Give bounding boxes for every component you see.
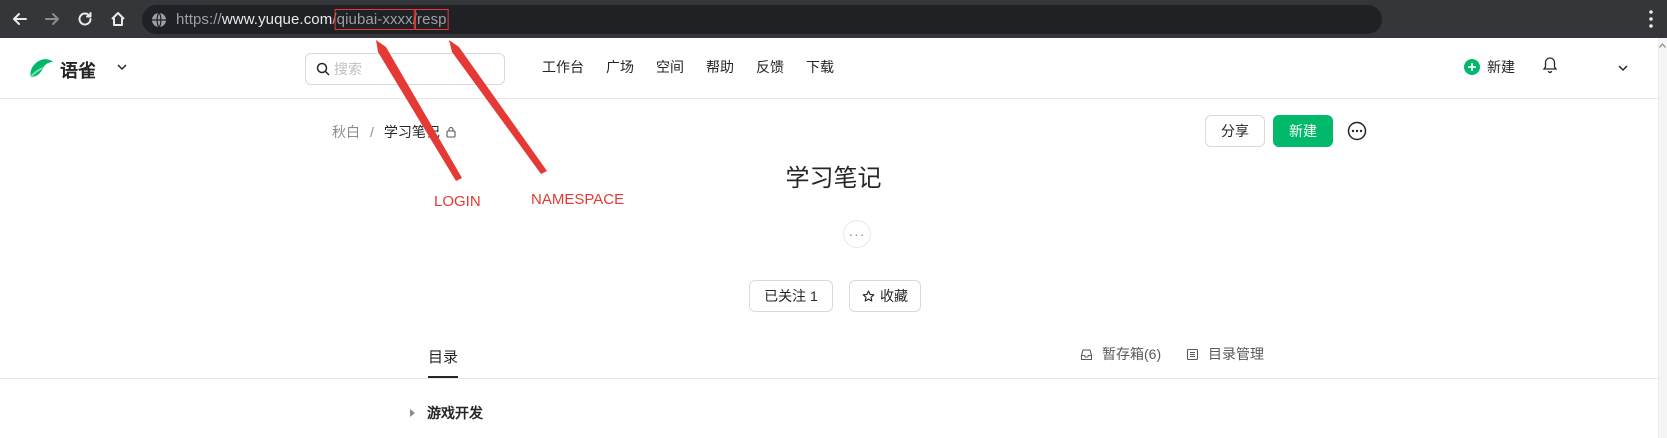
nav-square[interactable]: 广场 [606,57,634,77]
chevron-down-icon[interactable] [116,61,128,73]
breadcrumb-book[interactable]: 学习笔记 [384,122,440,142]
breadcrumb-separator: / [370,124,374,140]
bell-icon[interactable] [1542,56,1558,74]
back-arrow-icon[interactable] [8,7,32,31]
tab-toc[interactable]: 目录 [428,346,458,367]
lock-icon [446,126,456,138]
caret-right-icon[interactable] [410,409,415,417]
main-nav: 工作台 广场 空间 帮助 反馈 下载 [542,57,856,77]
toc-manage-button[interactable]: 目录管理 [1186,344,1264,364]
more-options-icon[interactable] [1347,121,1367,141]
nav-feedback[interactable]: 反馈 [756,57,784,77]
kebab-menu-icon[interactable] [1649,9,1653,29]
url-namespace-segment: resp [417,11,447,28]
list-icon [1186,348,1199,360]
namespace-annotation-label: NAMESPACE [531,191,625,208]
yuque-logo-icon[interactable] [27,55,55,81]
forward-arrow-icon[interactable] [40,7,64,31]
nav-download[interactable]: 下载 [806,57,834,77]
scroll-up-arrow-icon[interactable] [1659,42,1666,49]
search-input[interactable] [334,59,494,79]
plus-circle-icon [1464,59,1480,75]
breadcrumb-owner[interactable]: 秋白 [332,122,360,142]
search-box[interactable] [305,53,505,85]
nav-help[interactable]: 帮助 [706,57,734,77]
home-icon[interactable] [106,7,130,31]
description-more-button[interactable]: ··· [843,220,871,248]
star-icon [862,289,875,302]
drafts-button[interactable]: 暂存箱(6) [1080,344,1161,364]
url-text: https://www.yuque.com/qiubai-xxxx/resp [176,11,447,28]
share-button[interactable]: 分享 [1205,115,1265,147]
book-title: 学习笔记 [785,165,882,192]
nav-workbench[interactable]: 工作台 [542,57,584,77]
url-host: www.yuque.com [221,11,333,28]
browser-toolbar: https://www.yuque.com/qiubai-xxxx/resp [0,0,1667,38]
collect-button[interactable]: 收藏 [849,280,921,312]
url-login-segment: qiubai-xxxx [336,11,413,28]
user-menu-chevron-icon[interactable] [1617,62,1629,74]
inbox-icon [1080,348,1093,360]
url-scheme: https:// [176,11,222,28]
app-header: 语雀 工作台 广场 空间 帮助 反馈 下载 新建 [0,38,1667,99]
collect-label: 收藏 [880,288,908,304]
toc-manage-label: 目录管理 [1208,346,1264,362]
toc-item[interactable]: 游戏开发 [410,403,483,423]
drafts-label: 暂存箱(6) [1102,346,1162,362]
breadcrumb: 秋白 / 学习笔记 [332,122,457,142]
toc-item-label: 游戏开发 [427,405,483,421]
follow-button[interactable]: 已关注 1 [749,280,833,312]
nav-space[interactable]: 空间 [656,57,684,77]
address-bar[interactable]: https://www.yuque.com/qiubai-xxxx/resp [142,5,1382,34]
create-button[interactable]: 新建 [1273,115,1333,147]
brand-name[interactable]: 语雀 [60,57,96,83]
reload-icon[interactable] [73,7,97,31]
login-annotation-label: LOGIN [434,193,481,210]
page-scrollbar[interactable] [1658,38,1667,438]
search-icon [316,62,330,76]
tabs-divider [0,378,1658,379]
header-new-button[interactable]: 新建 [1464,57,1515,77]
header-new-label: 新建 [1487,59,1515,75]
globe-icon [152,12,166,28]
